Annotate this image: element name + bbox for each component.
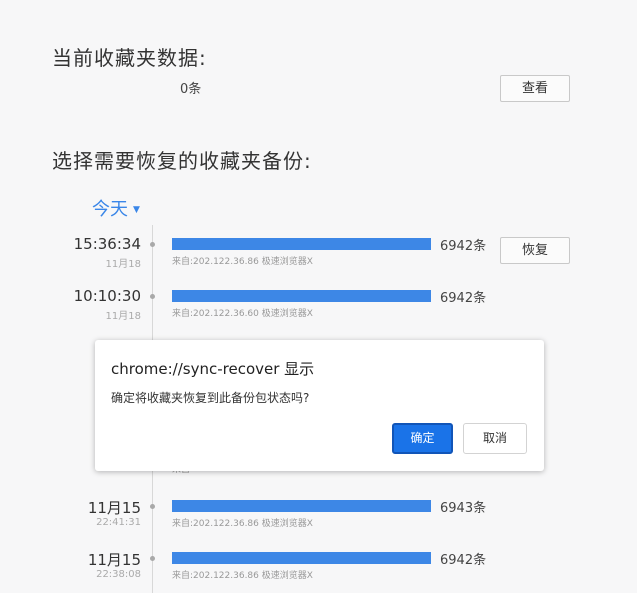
backup-date: 22:38:08 bbox=[96, 569, 141, 580]
timeline-dot bbox=[150, 556, 155, 561]
backup-count: 6943条 bbox=[440, 501, 487, 516]
backup-source: 来自:202.122.36.60 极速浏览器X bbox=[172, 309, 313, 319]
timeline-dot bbox=[150, 294, 155, 299]
backup-row[interactable]: 10:10:30 11月18 6942条 来自:202.122.36.60 极速… bbox=[0, 287, 637, 337]
backup-row[interactable]: 11月15 22:41:31 6943条 来自:202.122.36.86 极速… bbox=[0, 497, 637, 547]
backups-title: 选择需要恢复的收藏夹备份: bbox=[52, 149, 312, 173]
confirm-dialog: chrome://sync-recover 显示 确定将收藏夹恢复到此备份包状态… bbox=[95, 340, 544, 471]
backup-time: 11月15 bbox=[87, 499, 141, 517]
dialog-title: chrome://sync-recover 显示 bbox=[111, 360, 315, 378]
timeline-dot bbox=[150, 242, 155, 247]
current-bookmarks-count: 0条 bbox=[180, 82, 202, 97]
backup-count: 6942条 bbox=[440, 291, 487, 306]
backup-time: 11月15 bbox=[87, 551, 141, 569]
sync-recover-page: 当前收藏夹数据: 0条 查看 选择需要恢复的收藏夹备份: 今天 ▼ 15:36:3… bbox=[0, 0, 637, 593]
cancel-button[interactable]: 取消 bbox=[463, 423, 527, 454]
restore-button[interactable]: 恢复 bbox=[500, 237, 570, 264]
backup-source: 来自:202.122.36.86 极速浏览器X bbox=[172, 257, 313, 267]
backup-time: 15:36:34 bbox=[73, 235, 141, 253]
chevron-down-icon: ▼ bbox=[133, 205, 140, 215]
ok-button[interactable]: 确定 bbox=[392, 423, 453, 454]
backup-size-bar bbox=[172, 238, 431, 250]
backup-source: 来自:202.122.36.86 极速浏览器X bbox=[172, 519, 313, 529]
day-filter-label: 今天 bbox=[92, 199, 128, 220]
timeline-dot bbox=[150, 504, 155, 509]
backup-count: 6942条 bbox=[440, 553, 487, 568]
current-bookmarks-title: 当前收藏夹数据: bbox=[52, 46, 207, 70]
backup-size-bar bbox=[172, 290, 431, 302]
view-button[interactable]: 查看 bbox=[500, 75, 570, 102]
backup-date: 11月18 bbox=[105, 311, 141, 322]
dialog-message: 确定将收藏夹恢复到此备份包状态吗? bbox=[111, 391, 310, 405]
backup-source: 来自:202.122.36.86 极速浏览器X bbox=[172, 571, 313, 581]
backup-date: 11月18 bbox=[105, 259, 141, 270]
backup-size-bar bbox=[172, 500, 431, 512]
backup-time: 10:10:30 bbox=[73, 287, 141, 305]
backup-count: 6942条 bbox=[440, 239, 487, 254]
backup-size-bar bbox=[172, 552, 431, 564]
day-filter-dropdown[interactable]: 今天 ▼ bbox=[92, 195, 140, 221]
backup-date: 22:41:31 bbox=[96, 517, 141, 528]
backup-row[interactable]: 11月15 22:38:08 6942条 来自:202.122.36.86 极速… bbox=[0, 549, 637, 593]
